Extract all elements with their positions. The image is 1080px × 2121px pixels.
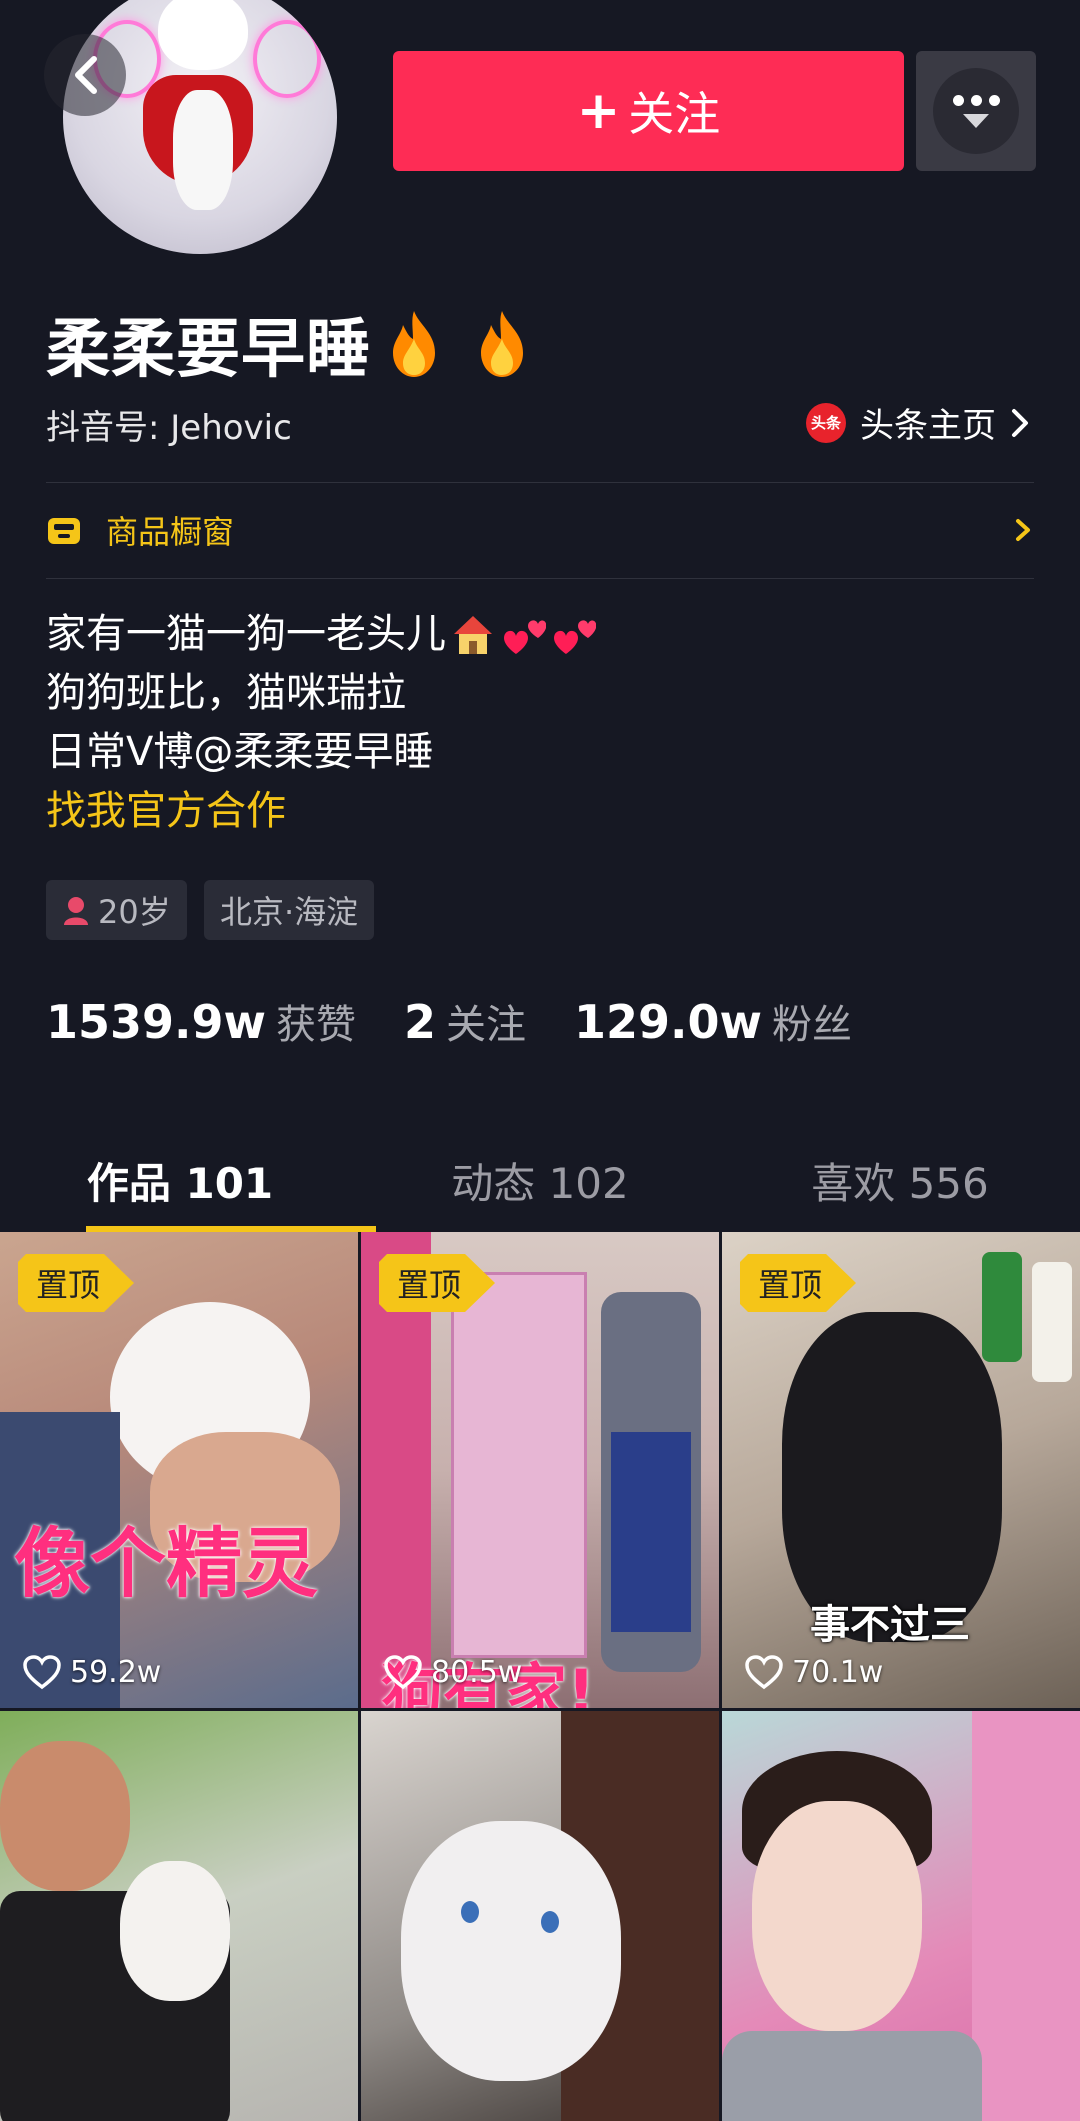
tab-activity[interactable]: 动态 102 <box>360 1130 720 1230</box>
likes-label: 获赞 <box>276 1002 357 1048</box>
like-count: 59.2w <box>22 1654 161 1690</box>
followers-label: 粉丝 <box>772 1002 853 1048</box>
toutiao-homepage-link[interactable]: 头条 头条主页 <box>806 398 1034 447</box>
shop-window-label: 商品橱窗 <box>106 513 235 551</box>
like-count-value: 70.1w <box>792 1654 884 1690</box>
stats-row: 1539.9w 获赞 2 关注 129.0w 粉丝 <box>46 992 900 1050</box>
age-tag: 20岁 <box>46 880 187 940</box>
profile-nickname: 柔柔要早睡 <box>46 298 531 390</box>
cooperation-link[interactable]: 找我官方合作 <box>46 782 596 841</box>
chevron-right-icon <box>1012 408 1028 437</box>
video-thumbnail[interactable] <box>722 1711 1080 2121</box>
video-grid: 像个精灵 置顶 59.2w 狗有家! 置顶 80.5w 事不过三 置顶 70.1… <box>0 1232 1080 2121</box>
video-thumbnail[interactable]: 像个精灵 置顶 59.2w <box>0 1232 358 1708</box>
shop-window-row[interactable]: 商品橱窗 <box>46 490 1034 570</box>
follow-button[interactable]: + 关注 <box>393 51 904 171</box>
back-arrow-icon <box>75 56 97 94</box>
following-count[interactable]: 2 <box>404 995 436 1049</box>
fire-icon <box>393 311 435 377</box>
following-label: 关注 <box>446 1002 527 1048</box>
like-count-value: 59.2w <box>70 1654 162 1690</box>
two-hearts-icon <box>554 619 596 654</box>
shop-icon <box>48 518 80 544</box>
video-thumbnail[interactable] <box>0 1711 358 2121</box>
location-label: 北京·海淀 <box>220 893 359 931</box>
bio-line: 家有一猫一狗一老头儿 <box>46 605 596 664</box>
two-hearts-icon <box>504 619 546 654</box>
pinned-badge: 置顶 <box>18 1254 134 1312</box>
cat-body <box>173 90 233 210</box>
tab-likes[interactable]: 喜欢 556 <box>720 1130 1080 1230</box>
heart-icon <box>23 1655 61 1690</box>
pinned-badge: 置顶 <box>740 1254 856 1312</box>
like-count: 70.1w <box>744 1654 883 1690</box>
tab-works[interactable]: 作品 101 <box>0 1130 360 1230</box>
video-caption: 事不过三 <box>810 1602 970 1648</box>
divider <box>46 578 1034 579</box>
like-count-value: 80.5w <box>431 1654 523 1690</box>
house-icon <box>454 615 492 654</box>
heart-icon <box>745 1655 783 1690</box>
cat-head <box>158 0 248 70</box>
video-thumbnail[interactable]: 事不过三 置顶 70.1w <box>722 1232 1080 1708</box>
video-thumbnail[interactable] <box>361 1711 719 2121</box>
bio-line: 狗狗班比，猫咪瑞拉 <box>46 670 406 716</box>
location-tag: 北京·海淀 <box>204 880 375 940</box>
follow-label: 关注 <box>628 87 721 141</box>
like-count: 80.5w <box>383 1654 522 1690</box>
heart-icon <box>384 1655 422 1690</box>
bio: 家有一猫一狗一老头儿 狗狗班比，猫咪瑞拉 日常V博@柔柔要早睡 找我官方合作 <box>46 605 596 841</box>
divider <box>46 482 1034 483</box>
more-button[interactable] <box>916 51 1036 171</box>
chevron-right-icon <box>1016 519 1030 541</box>
followers-count[interactable]: 129.0w <box>574 995 762 1049</box>
nickname-text: 柔柔要早睡 <box>46 313 371 387</box>
toutiao-logo-icon: 头条 <box>806 402 846 443</box>
fire-icon <box>481 311 523 377</box>
video-caption: 像个精灵 <box>14 1519 318 1608</box>
bio-line: 日常V博@柔柔要早睡 <box>46 729 434 775</box>
female-icon <box>64 897 88 925</box>
wing-decoration <box>253 20 321 98</box>
plus-icon: + <box>576 81 621 141</box>
video-thumbnail[interactable]: 狗有家! 置顶 80.5w <box>361 1232 719 1708</box>
likes-count[interactable]: 1539.9w <box>46 995 266 1049</box>
more-menu-icon <box>933 68 1019 154</box>
toutiao-link-label: 头条主页 <box>860 406 996 446</box>
profile-tabs: 作品 101 动态 102 喜欢 556 <box>0 1130 1080 1230</box>
back-button[interactable] <box>44 34 126 116</box>
douyin-id[interactable]: 抖音号: Jehovic <box>46 400 292 449</box>
bio-line-text: 家有一猫一狗一老头儿 <box>46 611 446 657</box>
age-label: 20岁 <box>98 893 171 931</box>
